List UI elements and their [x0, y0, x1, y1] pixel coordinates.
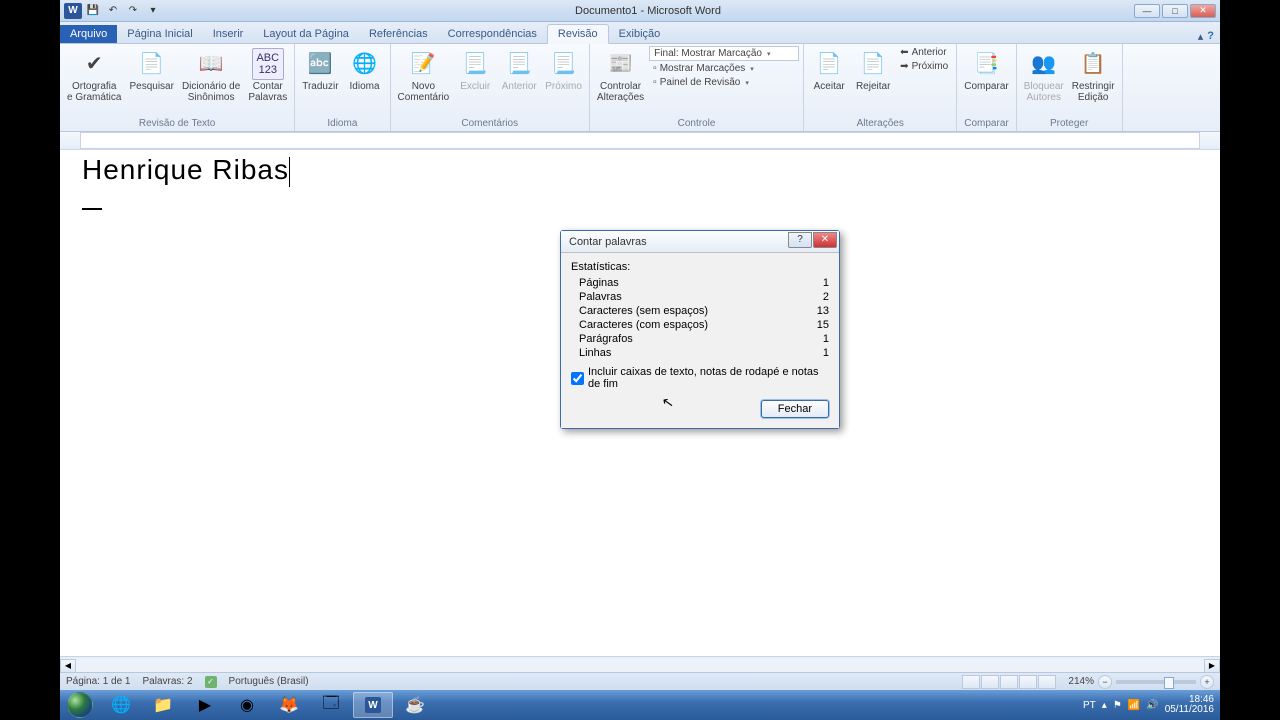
- status-bar: Página: 1 de 1 Palavras: 2 ✓ Português (…: [60, 672, 1220, 690]
- undo-icon[interactable]: ↶: [104, 3, 122, 19]
- taskbar-chrome-icon[interactable]: ◉: [227, 692, 267, 718]
- new-comment-button[interactable]: 📝Novo Comentário: [395, 46, 453, 105]
- tray-volume-icon[interactable]: 🔊: [1146, 700, 1158, 711]
- include-textboxes-checkbox[interactable]: [571, 372, 584, 385]
- zoom-out-button[interactable]: −: [1098, 675, 1112, 689]
- tray-action-center-icon[interactable]: ⚑: [1113, 700, 1122, 711]
- block-authors-button: 👥Bloquear Autores: [1021, 46, 1067, 105]
- next-comment-button: 📃Próximo: [542, 46, 585, 94]
- stat-lines: Linhas1: [571, 346, 829, 360]
- reviewing-pane-dropdown[interactable]: ▫ Painel de Revisão▾: [649, 76, 753, 89]
- stat-chars-nospace: Caracteres (sem espaços)13: [571, 304, 829, 318]
- document-heading: Henrique Ribas: [82, 152, 290, 187]
- accept-button[interactable]: 📄Aceitar: [808, 46, 850, 94]
- stat-chars-space: Caracteres (com espaços)15: [571, 318, 829, 332]
- taskbar-word-icon[interactable]: W: [353, 692, 393, 718]
- window-title: Documento1 - Microsoft Word: [162, 5, 1134, 17]
- zoom-in-button[interactable]: +: [1200, 675, 1214, 689]
- window-titlebar: W 💾 ↶ ↷ ▾ Documento1 - Microsoft Word — …: [60, 0, 1220, 22]
- compare-button[interactable]: 📑Comparar: [961, 46, 1011, 94]
- language-button[interactable]: 🌐Idioma: [344, 46, 386, 94]
- stats-heading: Estatísticas:: [571, 261, 829, 273]
- reject-button[interactable]: 📄Rejeitar: [852, 46, 894, 94]
- help-icon[interactable]: ?: [1207, 30, 1214, 43]
- dialog-help-button[interactable]: ?: [788, 232, 812, 248]
- taskbar-firefox-icon[interactable]: 🦊: [269, 692, 309, 718]
- ribbon-minimize-icon[interactable]: ▴: [1198, 30, 1204, 43]
- prev-comment-button: 📃Anterior: [498, 46, 540, 94]
- group-label-protect: Proteger: [1050, 118, 1088, 131]
- horizontal-ruler[interactable]: [60, 132, 1220, 150]
- word-count-dialog: Contar palavras ? ✕ Estatísticas: Página…: [560, 230, 840, 429]
- tray-lang[interactable]: PT: [1083, 700, 1096, 711]
- ribbon-tabs: Arquivo Página Inicial Inserir Layout da…: [60, 22, 1220, 44]
- proof-status-icon[interactable]: ✓: [205, 676, 217, 688]
- tab-layout[interactable]: Layout da Página: [253, 25, 359, 43]
- tab-file[interactable]: Arquivo: [60, 25, 117, 43]
- restrict-editing-button[interactable]: 📋Restringir Edição: [1069, 46, 1118, 105]
- save-icon[interactable]: 💾: [84, 3, 102, 19]
- next-change-button[interactable]: ➡ Próximo: [896, 60, 952, 73]
- scroll-left-icon[interactable]: ◀: [60, 659, 76, 673]
- redo-icon[interactable]: ↷: [124, 3, 142, 19]
- translate-button[interactable]: 🔤Traduzir: [299, 46, 341, 94]
- delete-comment-button: 📃Excluir: [454, 46, 496, 94]
- taskbar: 🌐 📁 ▶ ◉ 🦊 🗔 W ☕ PT ▴ ⚑ 📶 🔊 18:46 05/11/2…: [60, 690, 1220, 720]
- thesaurus-button[interactable]: 📖Dicionário de Sinônimos: [179, 46, 243, 105]
- document-dash: [82, 208, 102, 210]
- group-label-proofing: Revisão de Texto: [139, 118, 216, 131]
- dialog-titlebar[interactable]: Contar palavras ? ✕: [561, 231, 839, 253]
- prev-change-button[interactable]: ⬅ Anterior: [896, 46, 950, 59]
- tab-insert[interactable]: Inserir: [203, 25, 254, 43]
- track-changes-button[interactable]: 📰Controlar Alterações: [594, 46, 647, 105]
- tab-review[interactable]: Revisão: [547, 24, 609, 44]
- taskbar-media-icon[interactable]: ▶: [185, 692, 225, 718]
- spelling-button[interactable]: ✔Ortografia e Gramática: [64, 46, 124, 105]
- dialog-close-action-button[interactable]: Fechar: [761, 400, 829, 418]
- tray-chevron-icon[interactable]: ▴: [1102, 700, 1107, 711]
- close-button[interactable]: ✕: [1190, 4, 1216, 18]
- status-language[interactable]: Português (Brasil): [229, 676, 309, 687]
- status-page[interactable]: Página: 1 de 1: [66, 676, 131, 687]
- display-mode-dropdown[interactable]: Final: Mostrar Marcação▾: [649, 46, 799, 61]
- group-label-comments: Comentários: [461, 118, 518, 131]
- minimize-button[interactable]: —: [1134, 4, 1160, 18]
- tab-references[interactable]: Referências: [359, 25, 438, 43]
- stat-pages: Páginas1: [571, 276, 829, 290]
- group-label-language: Idioma: [327, 118, 357, 131]
- tab-view[interactable]: Exibição: [609, 25, 671, 43]
- status-words[interactable]: Palavras: 2: [143, 676, 193, 687]
- scroll-right-icon[interactable]: ▶: [1204, 659, 1220, 673]
- group-label-compare: Comparar: [964, 118, 1008, 131]
- stat-words: Palavras2: [571, 290, 829, 304]
- view-buttons[interactable]: [962, 675, 1056, 689]
- zoom-level[interactable]: 214%: [1068, 676, 1094, 687]
- tab-home[interactable]: Página Inicial: [117, 25, 202, 43]
- tray-clock[interactable]: 18:46 05/11/2016: [1165, 695, 1214, 715]
- include-textboxes-label: Incluir caixas de texto, notas de rodapé…: [588, 366, 829, 390]
- stat-paragraphs: Parágrafos1: [571, 332, 829, 346]
- tab-mailings[interactable]: Correspondências: [438, 25, 547, 43]
- qat-dropdown-icon[interactable]: ▾: [144, 3, 162, 19]
- start-button[interactable]: [60, 690, 100, 720]
- ribbon: ✔Ortografia e Gramática 📄Pesquisar 📖Dici…: [60, 44, 1220, 132]
- show-markup-dropdown[interactable]: ▫ Mostrar Marcações▾: [649, 62, 758, 75]
- word-app-icon: W: [64, 3, 82, 19]
- maximize-button[interactable]: □: [1162, 4, 1188, 18]
- taskbar-ie-icon[interactable]: 🌐: [101, 692, 141, 718]
- taskbar-app1-icon[interactable]: 🗔: [311, 692, 351, 718]
- group-label-tracking: Controle: [678, 118, 716, 131]
- research-button[interactable]: 📄Pesquisar: [126, 46, 176, 94]
- word-count-button[interactable]: ABC123Contar Palavras: [245, 46, 290, 105]
- zoom-slider[interactable]: [1116, 680, 1196, 684]
- dialog-close-button[interactable]: ✕: [813, 232, 837, 248]
- taskbar-explorer-icon[interactable]: 📁: [143, 692, 183, 718]
- dialog-title: Contar palavras: [569, 236, 647, 248]
- group-label-changes: Alterações: [857, 118, 904, 131]
- tray-network-icon[interactable]: 📶: [1128, 700, 1140, 711]
- taskbar-java-icon[interactable]: ☕: [395, 692, 435, 718]
